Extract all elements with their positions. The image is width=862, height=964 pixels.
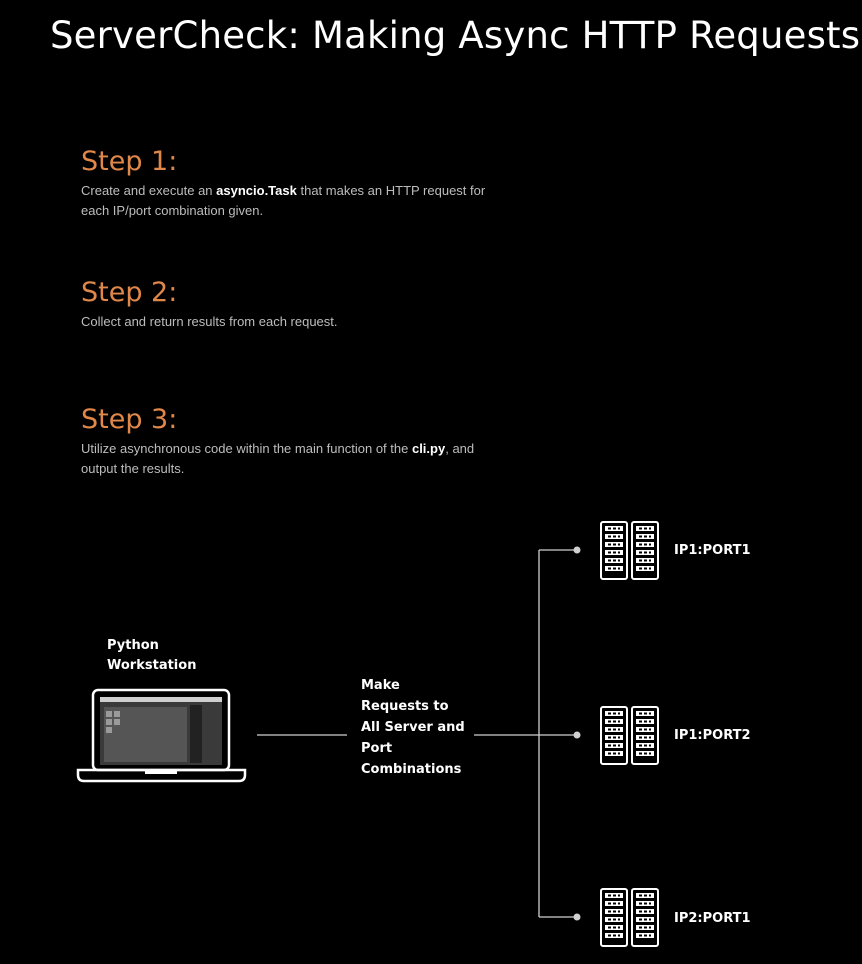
server-icon <box>600 888 659 947</box>
connector-label-line: Make <box>361 678 400 693</box>
server-icon <box>600 706 659 765</box>
server-label-2: IP1:PORT2 <box>674 728 751 743</box>
architecture-diagram <box>76 521 659 947</box>
server-icon <box>600 521 659 580</box>
workstation-label-line: Python <box>107 638 159 653</box>
connector-label-line: Combinations <box>361 762 462 777</box>
laptop-icon <box>76 688 247 783</box>
server-label-1: IP1:PORT1 <box>674 543 751 558</box>
connector-label-line: All Server and <box>361 720 465 735</box>
workstation-label: Python Workstation <box>107 636 196 676</box>
connector-label-line: Requests to <box>361 699 449 714</box>
workstation-label-line: Workstation <box>107 658 197 673</box>
server-label-3: IP2:PORT1 <box>674 911 751 926</box>
connector-label: Make Requests to All Server and Port Com… <box>361 675 465 780</box>
connector-dots <box>573 546 581 921</box>
connector-label-line: Port <box>361 741 393 756</box>
